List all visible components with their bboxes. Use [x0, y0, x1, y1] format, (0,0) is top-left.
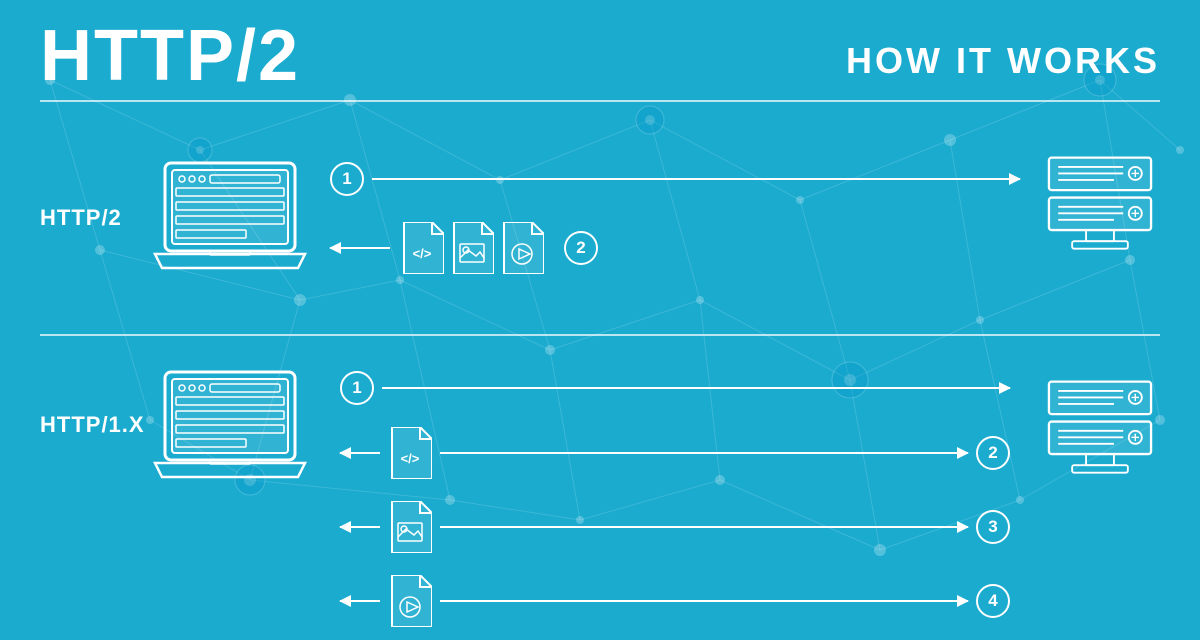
http2-arrows: 1 </> — [330, 158, 1020, 278]
http1-step2: 2 — [976, 436, 1010, 470]
http1-step4: 4 — [976, 584, 1010, 618]
http1-resp4-row: 4 — [340, 575, 1010, 627]
main-title: HTTP/2 — [40, 20, 300, 92]
http1-video-file — [388, 575, 432, 627]
http1-arrows: 1 </> 2 — [330, 365, 1020, 633]
video-file-icon — [500, 222, 544, 274]
svg-text:</>: </> — [413, 246, 432, 261]
http2-files: </> — [400, 222, 544, 274]
subtitle: HOW IT WORKS — [846, 40, 1160, 82]
code-file-icon: </> — [400, 222, 444, 274]
http1-code-file: </> — [388, 427, 432, 479]
svg-text:</>: </> — [401, 451, 420, 466]
http2-step1: 1 — [330, 162, 364, 196]
server-icon-http2 — [1040, 153, 1160, 283]
top-divider — [40, 100, 1160, 102]
http1-step3: 3 — [976, 510, 1010, 544]
http1-resp2-row: </> 2 — [340, 427, 1010, 479]
http1-image-file — [388, 501, 432, 553]
http1-req-row: 1 — [340, 371, 1010, 405]
server-icon-http1 — [1040, 377, 1160, 507]
http1-label: HTTP/1.X — [40, 412, 150, 438]
http2-label: HTTP/2 — [40, 205, 150, 231]
header: HTTP/2 HOW IT WORKS — [40, 20, 1160, 92]
middle-divider — [40, 334, 1160, 336]
http2-section: HTTP/2 — [40, 108, 1160, 328]
http1-step1: 1 — [340, 371, 374, 405]
http2-step2: 2 — [564, 231, 598, 265]
laptop-icon-http1 — [150, 367, 310, 487]
http1-resp3-row: 3 — [340, 501, 1010, 553]
http1-section: HTTP/1.X 1 — [40, 342, 1160, 632]
laptop-icon-http2 — [150, 158, 310, 278]
image-file-icon — [450, 222, 494, 274]
